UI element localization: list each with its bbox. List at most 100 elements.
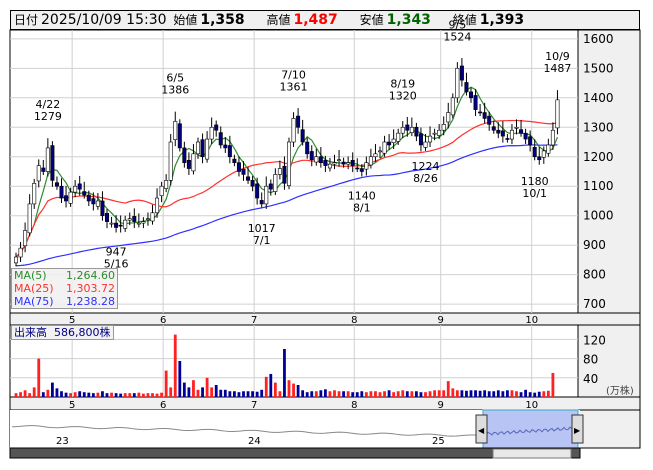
- candle: [109, 222, 114, 225]
- annotation-price: 1361: [280, 80, 308, 93]
- candle: [346, 162, 351, 165]
- volume-bar: [469, 390, 473, 397]
- volume-bar: [528, 392, 532, 397]
- volume-bar: [506, 390, 509, 397]
- volume-bar: [242, 391, 245, 397]
- candle: [441, 124, 446, 131]
- candle: [50, 145, 55, 181]
- candle: [155, 197, 160, 214]
- volume-bar: [487, 391, 491, 397]
- price-tick-label: 800: [583, 268, 606, 282]
- ma5-label: MA(5): [14, 269, 47, 282]
- annotation-price: 1524: [443, 30, 471, 43]
- volume-label: 出来高: [14, 326, 47, 339]
- volume-bar: [501, 391, 505, 397]
- annotation-price: 1320: [389, 89, 417, 102]
- volume-tick-label: 80: [583, 353, 598, 367]
- candle: [59, 185, 64, 199]
- annotation-date: 8/1: [353, 202, 371, 215]
- volume-bar: [437, 390, 441, 397]
- volume-bar: [73, 392, 77, 397]
- candle: [91, 198, 96, 205]
- volume-bar: [146, 393, 150, 397]
- candle: [200, 139, 205, 158]
- candle: [396, 132, 401, 142]
- volume-bar: [351, 392, 355, 397]
- volume-legend: 出来高 586,800株: [11, 325, 114, 340]
- candle: [432, 132, 437, 135]
- candle: [355, 167, 360, 170]
- volume-bar: [142, 393, 145, 397]
- volume-bar: [278, 391, 282, 397]
- volume-bar: [355, 392, 359, 397]
- candle: [218, 132, 223, 146]
- navigator-selection: [482, 409, 579, 449]
- candle: [382, 141, 387, 154]
- volume-bar: [64, 392, 68, 397]
- volume-bar: [524, 389, 527, 397]
- volume-bar: [82, 392, 86, 397]
- volume-bar: [46, 389, 50, 397]
- annotation-price: 1279: [34, 110, 62, 123]
- volume-bar: [37, 358, 41, 397]
- candle: [487, 115, 492, 125]
- candle: [555, 99, 560, 129]
- candle: [309, 151, 314, 161]
- month-label: 9: [438, 400, 444, 411]
- volume-bar: [301, 390, 305, 397]
- candle: [246, 176, 251, 181]
- volume-bar: [205, 377, 209, 397]
- candle: [64, 195, 69, 202]
- volume-bar: [114, 393, 118, 397]
- volume-bar: [537, 391, 541, 397]
- candle: [455, 68, 460, 99]
- candle: [68, 191, 73, 204]
- volume-tick-label: 40: [583, 372, 598, 386]
- volume-bar: [496, 390, 500, 397]
- month-label: 10: [525, 400, 538, 411]
- volume-bar: [273, 382, 277, 397]
- month-label: 10: [525, 315, 538, 326]
- annotation-price: 1487: [543, 62, 571, 75]
- candle: [519, 129, 524, 134]
- volume-bar: [333, 390, 336, 397]
- candle: [318, 156, 323, 163]
- candle: [428, 135, 433, 143]
- volume-bar: [305, 392, 309, 397]
- volume-bar: [342, 391, 345, 397]
- chart-canvas[interactable]: 700 800 900 1000 1100 1200 1300 1400 1500 1600 40 8…: [0, 0, 653, 470]
- volume-bar: [28, 393, 32, 397]
- volume-bar: [396, 391, 400, 397]
- volume-bar: [128, 393, 132, 397]
- candle: [459, 65, 464, 81]
- volume-bar: [132, 393, 136, 397]
- volume-bar: [410, 391, 414, 397]
- candle: [136, 222, 141, 225]
- scrollbar-thumb[interactable]: [492, 448, 572, 459]
- candle: [286, 141, 291, 186]
- month-label: 8: [351, 400, 357, 411]
- candle: [168, 141, 173, 181]
- candle: [528, 136, 533, 146]
- volume-bar: [32, 387, 36, 397]
- volume-bar: [182, 382, 186, 397]
- candle: [359, 168, 364, 172]
- volume-bar: [337, 391, 341, 397]
- price-tick-label: 1300: [583, 120, 614, 134]
- volume-bar: [260, 389, 264, 397]
- candle: [541, 150, 546, 158]
- volume-bar: [451, 388, 455, 397]
- candle: [546, 144, 551, 154]
- volume-bar: [446, 381, 450, 397]
- volume-bar: [233, 391, 236, 397]
- month-label: 6: [160, 400, 166, 411]
- volume-bar: [460, 390, 464, 397]
- volume-bar: [41, 392, 45, 397]
- candle: [405, 124, 410, 131]
- volume-bar: [283, 349, 286, 397]
- candle: [23, 230, 28, 247]
- volume-bar: [483, 390, 487, 397]
- volume-bar: [255, 391, 259, 397]
- candle: [159, 185, 164, 196]
- volume-bar: [324, 389, 327, 397]
